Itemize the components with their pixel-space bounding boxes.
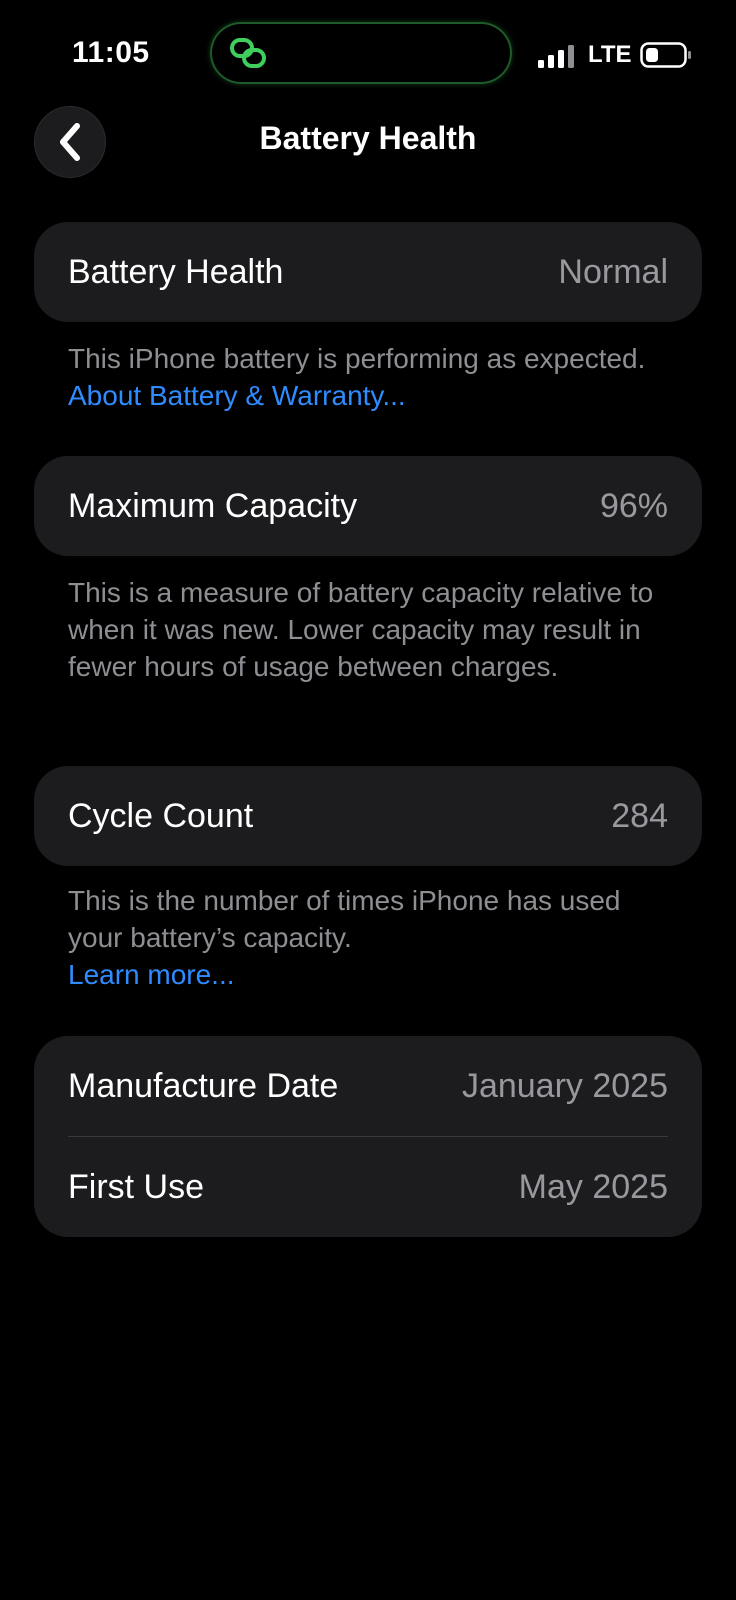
manufacture-date-row: Manufacture Date January 2025 — [34, 1036, 702, 1136]
cycle-count-row: Cycle Count 284 — [34, 766, 702, 866]
battery-health-card: Battery Health Normal — [34, 222, 702, 322]
cycle-count-footnote: This is the number of times iPhone has u… — [68, 882, 668, 993]
about-battery-warranty-link[interactable]: About Battery & Warranty... — [68, 380, 406, 411]
maximum-capacity-label: Maximum Capacity — [68, 486, 358, 525]
learn-more-link[interactable]: Learn more... — [68, 959, 235, 990]
first-use-row: First Use May 2025 — [34, 1137, 702, 1237]
cycle-count-description: This is the number of times iPhone has u… — [68, 885, 621, 953]
battery-health-value: Normal — [558, 252, 668, 291]
cycle-count-card: Cycle Count 284 — [34, 766, 702, 866]
dates-card: Manufacture Date January 2025 First Use … — [34, 1036, 702, 1237]
cycle-count-value: 284 — [611, 796, 668, 835]
manufacture-date-label: Manufacture Date — [68, 1066, 339, 1105]
cellular-signal-icon — [538, 45, 574, 68]
first-use-value: May 2025 — [518, 1167, 668, 1206]
battery-health-label: Battery Health — [68, 252, 284, 291]
first-use-label: First Use — [68, 1167, 204, 1206]
status-bar: 11:05 LTE — [0, 0, 736, 100]
battery-health-row: Battery Health Normal — [34, 222, 702, 322]
page-title: Battery Health — [259, 120, 477, 156]
cycle-count-label: Cycle Count — [68, 796, 254, 835]
link-rings-icon — [230, 38, 266, 68]
maximum-capacity-footnote: This is a measure of battery capacity re… — [68, 574, 668, 685]
status-time: 11:05 — [72, 36, 150, 69]
network-type-label: LTE — [588, 41, 632, 68]
battery-icon — [640, 42, 691, 68]
battery-health-description: This iPhone battery is performing as exp… — [68, 343, 646, 374]
maximum-capacity-description: This is a measure of battery capacity re… — [68, 577, 654, 682]
battery-health-footnote: This iPhone battery is performing as exp… — [68, 340, 668, 414]
maximum-capacity-row: Maximum Capacity 96% — [34, 456, 702, 556]
maximum-capacity-card: Maximum Capacity 96% — [34, 456, 702, 556]
maximum-capacity-value: 96% — [599, 486, 668, 525]
manufacture-date-value: January 2025 — [461, 1066, 668, 1105]
dynamic-island[interactable] — [210, 22, 512, 84]
